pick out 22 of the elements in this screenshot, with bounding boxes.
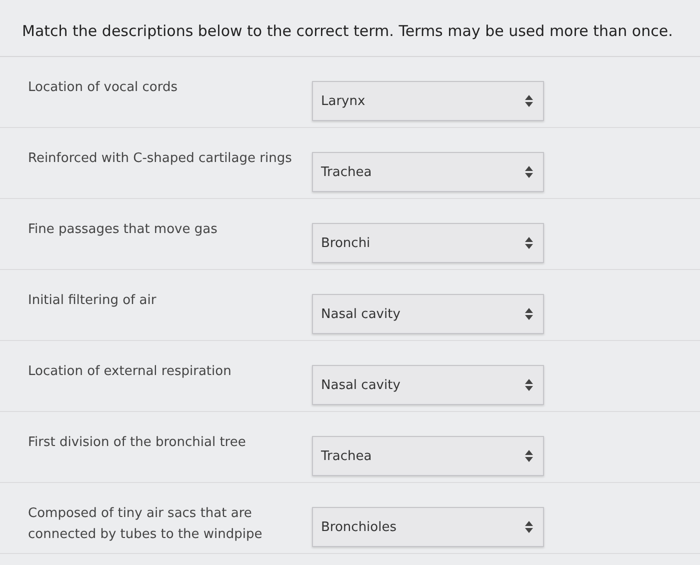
description-text: First division of the bronchial tree [28,434,247,452]
up-down-arrows-icon [525,95,533,107]
answer-dropdown[interactable]: Bronchioles [312,507,544,547]
description-text: Composed of tiny air sacs that are connected by tubes to the windpipe [28,505,264,544]
description-text: Reinforced with C-shaped cartilage rings [28,150,293,168]
up-down-arrows-icon [525,379,533,391]
up-down-arrows-icon [525,450,533,462]
description-text: Location of external respiration [28,363,232,381]
up-down-arrows-icon [525,166,533,178]
description-text: Location of vocal cords [28,79,179,97]
answer-dropdown[interactable]: Nasal cavity [312,294,544,334]
up-down-arrows-icon [525,521,533,533]
answer-dropdown[interactable]: Trachea [312,152,544,192]
up-down-arrows-icon [525,308,533,320]
answer-dropdown[interactable]: Bronchi [312,223,544,263]
up-down-arrows-icon [525,237,533,249]
description-text: Initial filtering of air [28,292,158,310]
answer-dropdown[interactable]: Nasal cavity [312,365,544,405]
answer-dropdown[interactable]: Trachea [312,436,544,476]
answer-dropdown[interactable]: Larynx [312,81,544,121]
description-text: Fine passages that move gas [28,221,218,239]
instructions-text: Match the descriptions below to the correct term. Terms may be used more than once. [22,22,674,40]
